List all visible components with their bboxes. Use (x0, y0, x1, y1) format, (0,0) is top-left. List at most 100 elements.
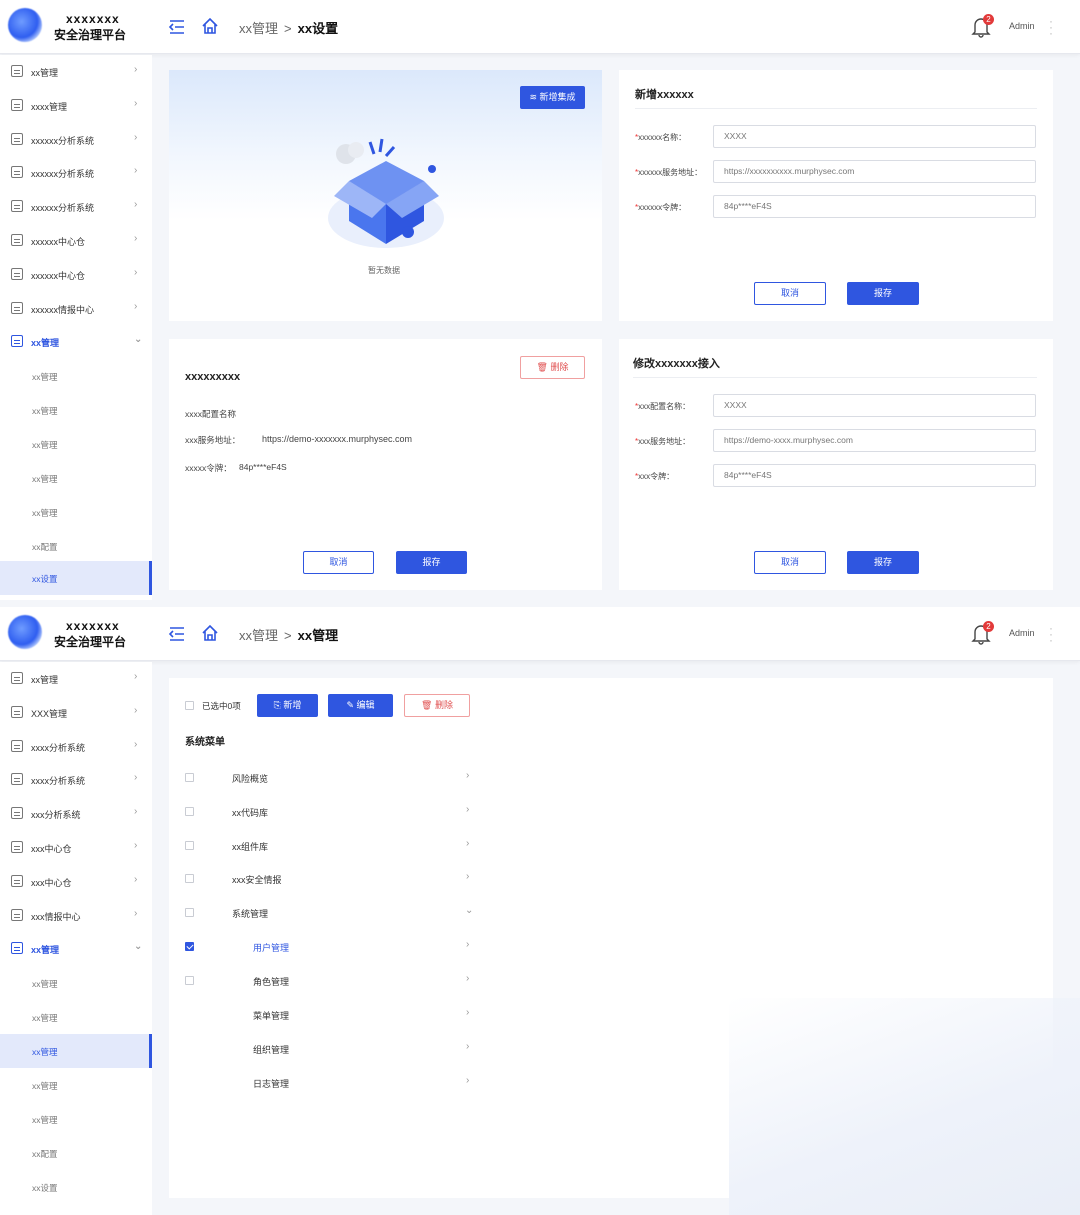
edit-button[interactable]: ✎ 编辑 (328, 694, 393, 717)
row-checkbox[interactable] (185, 773, 194, 782)
chevron-right-icon: › (134, 840, 138, 851)
sidebar-item[interactable]: xxxxxx分析系统 › (0, 123, 152, 156)
sidebar-item[interactable]: xxxxxx中心仓 › (0, 258, 152, 291)
brand-subtitle: 安全治理平台 (54, 635, 127, 649)
chevron-right-icon[interactable]: › (466, 939, 469, 950)
chevron-right-icon[interactable]: › (466, 871, 469, 882)
sidebar-item-label: xx管理 (31, 68, 59, 78)
save-button[interactable]: 报存 (396, 551, 467, 574)
row-checkbox[interactable] (185, 976, 194, 985)
sidebar-subitem[interactable]: xx配置 (0, 1136, 152, 1170)
sidebar-item[interactable]: xxx中心仓 › (0, 865, 152, 898)
delete-label: 删除 (550, 362, 569, 372)
sidebar-subitem[interactable]: xx管理 (0, 966, 152, 1000)
sidebar-subitem-active[interactable]: xx管理 (0, 1034, 152, 1068)
add-integration-button[interactable]: ≋ 新增集成 (520, 86, 585, 109)
chevron-right-icon[interactable]: › (466, 804, 469, 815)
menu-row-label[interactable]: 风险概览 (232, 772, 268, 785)
sidebar-item-label: xxx情报中心 (31, 912, 81, 922)
sidebar-subitem[interactable]: xx配置 (0, 529, 152, 563)
top-bar: xxxxxxx 安全治理平台 xx管理 > xx设置 2 Admin · · · (0, 0, 1080, 54)
service-url-input[interactable]: https://demo-xxxx.murphysec.com (713, 429, 1036, 452)
add-button[interactable]: ⎘ 新增 (257, 694, 318, 717)
sidebar-item-expanded[interactable]: xx管理 ⌄ (0, 325, 152, 358)
breadcrumb-parent[interactable]: xx管理 (239, 628, 278, 643)
chevron-right-icon: › (134, 64, 138, 75)
more-icon[interactable]: · · · (1049, 622, 1053, 646)
menu-row-label[interactable]: 系统管理 (232, 907, 268, 920)
row-checkbox[interactable] (185, 841, 194, 850)
chevron-right-icon[interactable]: › (466, 1041, 469, 1052)
sidebar-item[interactable]: xxxx分析系统 › (0, 763, 152, 796)
sidebar-subitem[interactable]: xx管理 (0, 393, 152, 427)
sidebar-subitem[interactable]: xx设置 (0, 1170, 152, 1204)
menu-row-label[interactable]: 组织管理 (253, 1043, 289, 1056)
home-icon[interactable] (201, 17, 219, 35)
sidebar-subitem[interactable]: xx管理 (0, 1068, 152, 1102)
sidebar-item[interactable]: xxx中心仓 › (0, 831, 152, 864)
empty-box-illustration (328, 138, 444, 248)
chevron-right-icon[interactable]: › (466, 1007, 469, 1018)
sidebar-subitem[interactable]: xx管理 (0, 1000, 152, 1034)
sidebar-item[interactable]: XXX管理 › (0, 696, 152, 729)
menu-row-label[interactable]: xx组件库 (232, 840, 268, 853)
sidebar-subitem[interactable]: xx管理 (0, 461, 152, 495)
config-name-input[interactable]: XXXX (713, 394, 1036, 417)
sidebar-item[interactable]: xxx情报中心 › (0, 899, 152, 932)
menu-row-label[interactable]: 菜单管理 (253, 1009, 289, 1022)
sidebar-item[interactable]: xxx分析系统 › (0, 797, 152, 830)
delete-button[interactable]: 🗑 删除 (404, 694, 470, 717)
field-label: *xxx服务地址： (635, 437, 691, 446)
sidebar-item-expanded[interactable]: xx管理 ⌄ (0, 932, 152, 965)
save-button[interactable]: 报存 (847, 551, 919, 574)
platform-logo (8, 615, 42, 649)
menu-row-label[interactable]: xxx安全情报 (232, 873, 282, 886)
sidebar-item[interactable]: xx管理 › (0, 662, 152, 695)
sidebar-subitem[interactable]: xx管理 (0, 495, 152, 529)
cancel-button[interactable]: 取消 (303, 551, 374, 574)
sidebar-item[interactable]: xx管理 › (0, 55, 152, 88)
menu-row-label[interactable]: xx代码库 (232, 806, 268, 819)
token-label: xxxxx令牌： (185, 463, 232, 473)
menu-collapse-icon[interactable] (168, 18, 186, 36)
row-checkbox[interactable] (185, 908, 194, 917)
row-checkbox-checked[interactable] (185, 942, 194, 951)
sidebar-subitem[interactable]: xx管理 (0, 1102, 152, 1136)
more-icon[interactable]: · · · (1049, 15, 1053, 39)
row-checkbox[interactable] (185, 874, 194, 883)
chevron-right-icon[interactable]: › (466, 1075, 469, 1086)
home-icon[interactable] (201, 624, 219, 642)
menu-row-label[interactable]: 角色管理 (253, 975, 289, 988)
sidebar-item[interactable]: xxxxxx中心仓 › (0, 224, 152, 257)
cancel-button[interactable]: 取消 (754, 551, 826, 574)
sidebar-item[interactable]: xxxx管理 › (0, 89, 152, 122)
chevron-down-icon[interactable]: ⌄ (465, 905, 473, 916)
save-button[interactable]: 报存 (847, 282, 919, 305)
sidebar-item[interactable]: xxxxxx情报中心 › (0, 292, 152, 325)
delete-button[interactable]: 🗑 删除 (520, 356, 585, 379)
row-checkbox[interactable] (185, 807, 194, 816)
sidebar-subitem[interactable]: xx管理 (0, 359, 152, 393)
service-url-input[interactable]: https://xxxxxxxxxx.murphysec.com (713, 160, 1036, 183)
sidebar-subitem-label: xx管理 (32, 474, 58, 484)
sidebar-item[interactable]: xxxx分析系统 › (0, 730, 152, 763)
user-name[interactable]: Admin (1009, 628, 1035, 638)
breadcrumb-parent[interactable]: xx管理 (239, 21, 278, 36)
sidebar-subitem[interactable]: xx管理 (0, 427, 152, 461)
name-input[interactable]: XXXX (713, 125, 1036, 148)
menu-item-icon (11, 200, 23, 212)
menu-row-label[interactable]: 日志管理 (253, 1077, 289, 1090)
chevron-right-icon[interactable]: › (466, 770, 469, 781)
select-all-checkbox[interactable] (185, 701, 194, 710)
sidebar-item[interactable]: xxxxxx分析系统 › (0, 190, 152, 223)
cancel-button[interactable]: 取消 (754, 282, 826, 305)
sidebar-item[interactable]: xxxxxx分析系统 › (0, 156, 152, 189)
chevron-right-icon[interactable]: › (466, 973, 469, 984)
sidebar-subitem-active[interactable]: xx设置 (0, 561, 152, 595)
token-input[interactable]: 84p****eF4S (713, 195, 1036, 218)
menu-row-label-selected[interactable]: 用户管理 (253, 941, 289, 954)
menu-collapse-icon[interactable] (168, 625, 186, 643)
token-input[interactable]: 84p****eF4S (713, 464, 1036, 487)
chevron-right-icon[interactable]: › (466, 838, 469, 849)
user-name[interactable]: Admin (1009, 21, 1035, 31)
